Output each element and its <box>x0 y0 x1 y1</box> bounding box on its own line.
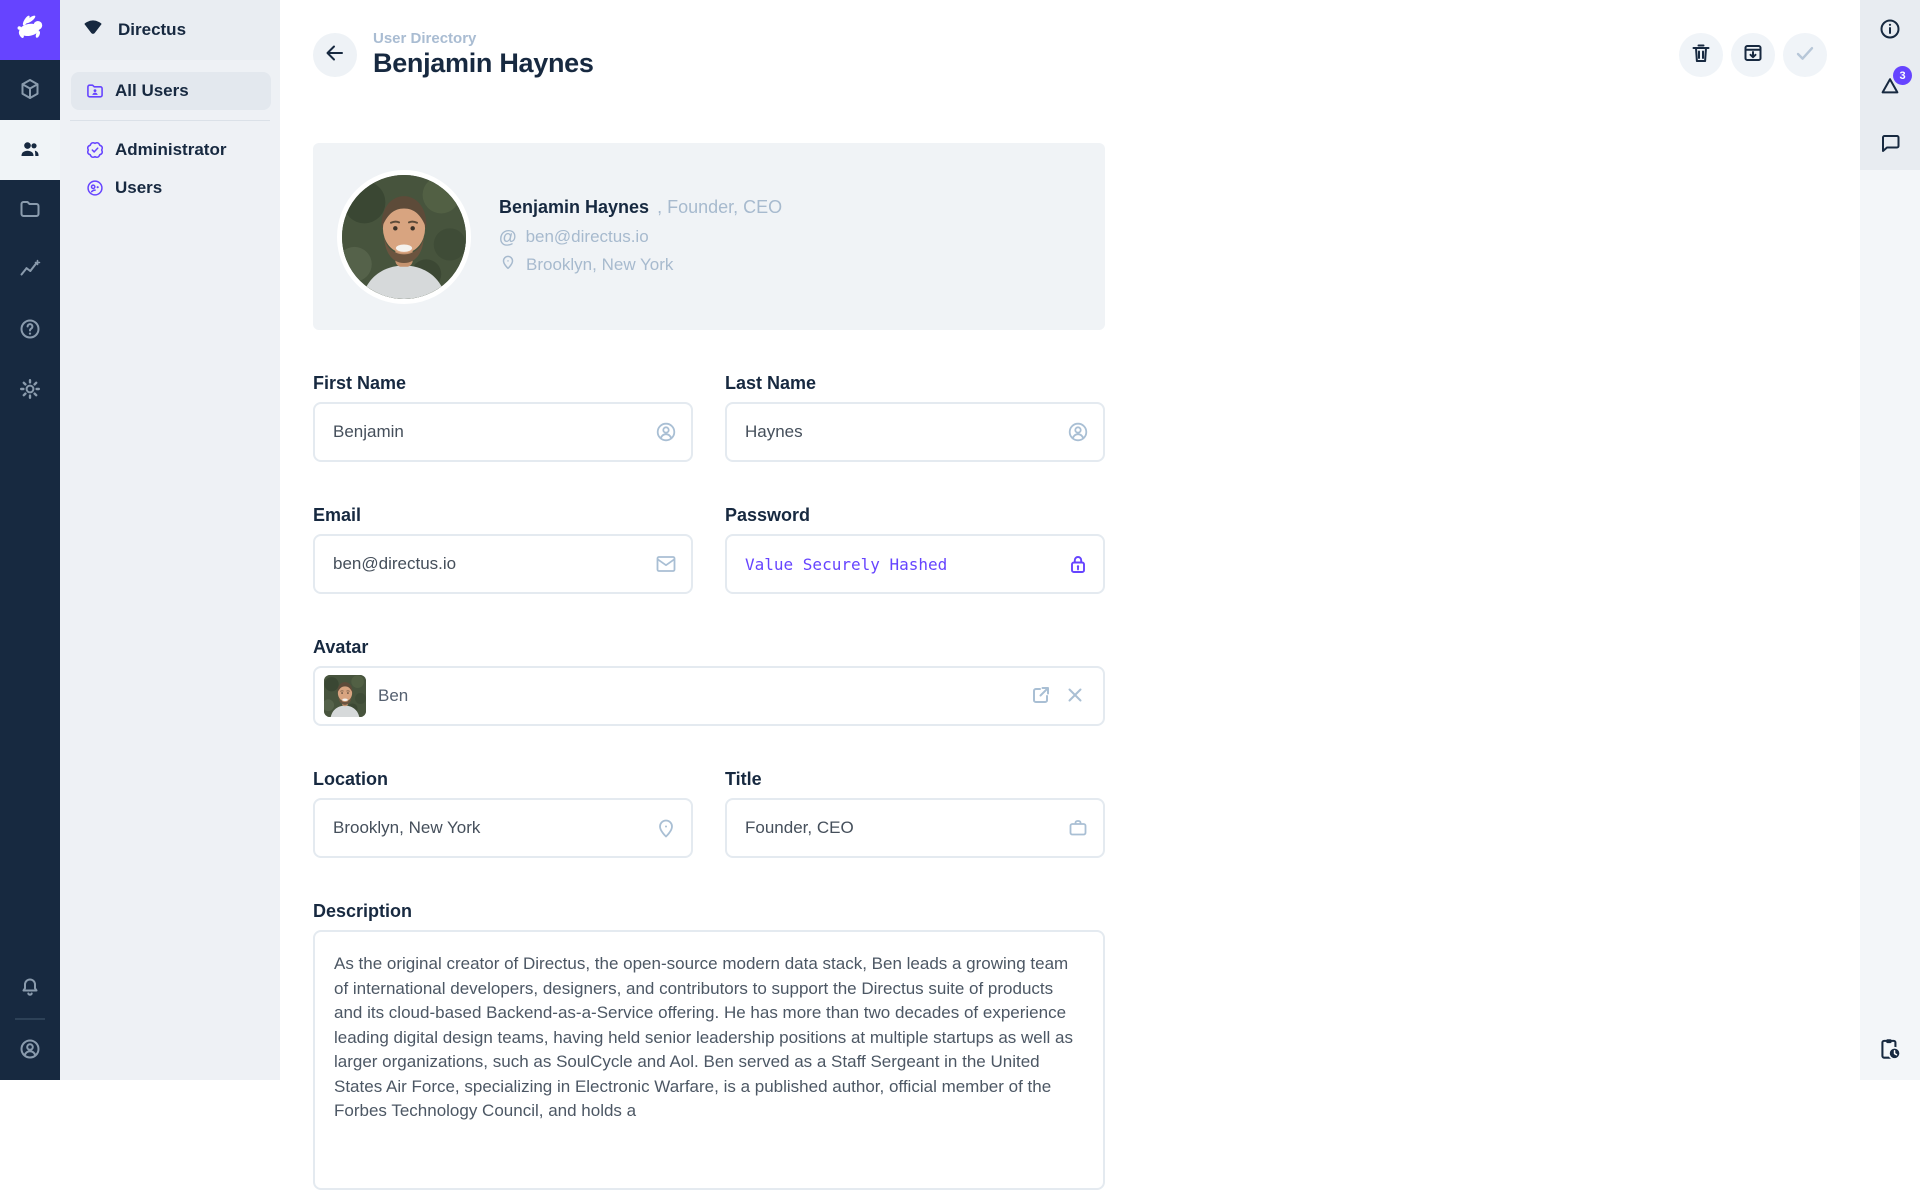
module-content[interactable] <box>0 60 60 120</box>
nav-divider <box>70 120 270 121</box>
project-header[interactable]: Directus <box>60 0 280 60</box>
archive-icon <box>1741 41 1765 68</box>
trash-icon <box>1689 41 1713 68</box>
info-button[interactable] <box>1868 8 1912 52</box>
person-circle-icon <box>1066 420 1090 444</box>
location-field[interactable] <box>313 798 693 858</box>
first-name-field[interactable] <box>313 402 693 462</box>
nav-item-all-users[interactable]: All Users <box>71 72 271 110</box>
user-name: Benjamin Haynes <box>499 197 649 217</box>
avatar-field[interactable]: Ben <box>313 666 1105 726</box>
module-insights[interactable] <box>0 240 60 300</box>
verified-badge-icon <box>85 140 105 160</box>
title-field[interactable] <box>725 798 1105 858</box>
user-location: Brooklyn, New York <box>526 255 673 275</box>
nav-item-users[interactable]: Users <box>60 169 280 207</box>
insights-icon <box>18 257 42 284</box>
directus-app: Directus All Users Administrator <box>0 0 1920 1080</box>
comments-button[interactable] <box>1868 122 1912 166</box>
user-summary-card: Benjamin Haynes , Founder, CEO @ ben@dir… <box>313 143 1105 330</box>
last-name-field[interactable] <box>725 402 1105 462</box>
archive-button[interactable] <box>1731 33 1775 77</box>
last-name-label: Last Name <box>725 372 1105 394</box>
navigation-sidebar: Directus All Users Administrator <box>60 0 280 1080</box>
main-content: User Directory Benjamin Haynes <box>280 0 1860 1080</box>
notifications-bell-button[interactable] <box>0 958 60 1018</box>
person-circle-icon <box>654 420 678 444</box>
description-field[interactable]: As the original creator of Directus, the… <box>313 930 1105 1190</box>
module-docs[interactable] <box>0 300 60 360</box>
user-email: ben@directus.io <box>526 227 649 247</box>
at-icon: @ <box>499 228 517 246</box>
first-name-label: First Name <box>313 372 693 394</box>
user-card-info: Benjamin Haynes , Founder, CEO @ ben@dir… <box>499 197 782 276</box>
title-label: Title <box>725 768 1105 790</box>
back-button[interactable] <box>313 33 357 77</box>
users-icon <box>18 137 42 164</box>
avatar-file-name: Ben <box>378 686 408 706</box>
account-circle-icon <box>18 1037 42 1064</box>
notifications-button[interactable]: 3 <box>1868 65 1912 109</box>
module-files[interactable] <box>0 180 60 240</box>
project-fan-icon <box>82 17 104 44</box>
email-field[interactable] <box>313 534 693 594</box>
module-user-directory[interactable] <box>0 120 60 180</box>
directus-logo[interactable] <box>0 0 60 60</box>
nav-item-administrator[interactable]: Administrator <box>60 131 280 169</box>
password-field[interactable] <box>725 534 1105 594</box>
lock-icon <box>1066 552 1090 576</box>
password-label: Password <box>725 504 1105 526</box>
module-bar <box>0 0 60 1080</box>
box-icon <box>18 77 42 104</box>
location-label: Location <box>313 768 693 790</box>
rabbit-icon <box>12 10 48 51</box>
nav-item-label: Users <box>115 178 162 198</box>
map-pin-icon <box>654 816 678 840</box>
briefcase-icon <box>1066 816 1090 840</box>
revisions-button[interactable] <box>1868 1028 1912 1072</box>
title-block: User Directory Benjamin Haynes <box>373 30 594 79</box>
external-link-icon <box>1029 683 1053 710</box>
folder-user-icon <box>85 81 105 101</box>
account-button[interactable] <box>0 1020 60 1080</box>
face-icon <box>85 178 105 198</box>
map-pin-icon <box>499 253 517 276</box>
nav-item-label: All Users <box>115 81 189 101</box>
comment-icon <box>1878 131 1902 158</box>
gear-icon <box>18 377 42 404</box>
bell-icon <box>18 975 42 1002</box>
page-title: Benjamin Haynes <box>373 48 594 79</box>
arrow-left-icon <box>323 41 347 68</box>
avatar-label: Avatar <box>313 636 1105 658</box>
open-file-button[interactable] <box>1029 683 1053 710</box>
project-name: Directus <box>118 20 186 40</box>
user-email-row: @ ben@directus.io <box>499 227 782 247</box>
module-settings[interactable] <box>0 360 60 420</box>
user-avatar <box>337 170 471 304</box>
close-icon <box>1063 683 1087 710</box>
header-actions <box>1679 33 1827 77</box>
folder-icon <box>18 197 42 224</box>
page-header: User Directory Benjamin Haynes <box>313 30 1827 79</box>
check-icon <box>1793 41 1817 68</box>
envelope-icon <box>654 552 678 576</box>
form-content: Benjamin Haynes , Founder, CEO @ ben@dir… <box>313 143 1105 1190</box>
notification-badge: 3 <box>1893 66 1912 85</box>
info-icon <box>1878 17 1902 44</box>
right-sidebar: 3 <box>1860 0 1920 1080</box>
delete-button[interactable] <box>1679 33 1723 77</box>
user-role: , Founder, CEO <box>657 197 782 217</box>
help-icon <box>18 317 42 344</box>
user-location-row: Brooklyn, New York <box>499 253 782 276</box>
save-button[interactable] <box>1783 33 1827 77</box>
description-label: Description <box>313 900 1105 922</box>
clear-avatar-button[interactable] <box>1063 683 1087 710</box>
sidebar-tools: 3 <box>1860 0 1920 170</box>
user-form: First Name Last Name <box>313 330 1105 1190</box>
email-label: Email <box>313 504 693 526</box>
avatar-thumbnail <box>324 675 366 717</box>
revisions-clipboard-icon <box>1877 1036 1903 1065</box>
nav-item-label: Administrator <box>115 140 226 160</box>
breadcrumb[interactable]: User Directory <box>373 30 594 47</box>
